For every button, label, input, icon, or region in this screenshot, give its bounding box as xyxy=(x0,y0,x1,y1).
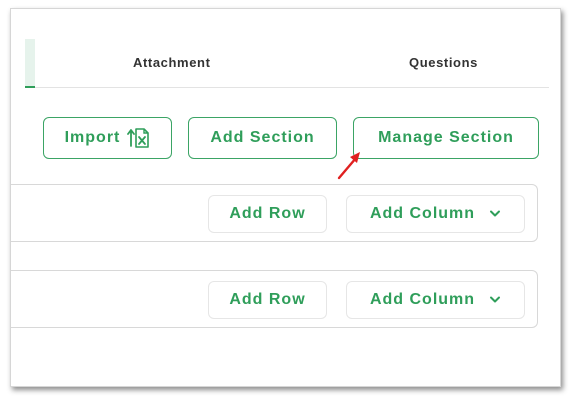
import-button-label: Import xyxy=(64,129,121,146)
tab-questions[interactable]: Questions xyxy=(409,55,478,70)
add-column-label: Add Column xyxy=(369,205,476,222)
excel-upload-icon xyxy=(126,127,150,149)
red-arrow-icon xyxy=(336,149,366,186)
tab-attachment[interactable]: Attachment xyxy=(133,55,211,70)
chevron-down-icon xyxy=(489,210,501,218)
add-row-button[interactable]: Add Row xyxy=(208,195,327,233)
manage-section-button[interactable]: Manage Section xyxy=(353,117,539,159)
tab-bar-divider xyxy=(35,87,549,88)
import-button[interactable]: Import xyxy=(43,117,172,159)
add-column-label: Add Column xyxy=(369,291,476,308)
add-section-button[interactable]: Add Section xyxy=(188,117,337,159)
add-row-button[interactable]: Add Row xyxy=(208,281,327,319)
app-window: Attachment Questions Import Add Section … xyxy=(10,8,561,387)
add-column-dropdown[interactable]: Add Column xyxy=(346,195,525,233)
chevron-down-icon xyxy=(489,296,501,304)
section-row: Add Row Add Column xyxy=(11,270,538,328)
section-row: Add Row Add Column xyxy=(11,184,538,242)
active-tab-indicator xyxy=(25,39,35,87)
active-tab-underline xyxy=(25,86,35,88)
add-column-dropdown[interactable]: Add Column xyxy=(346,281,525,319)
